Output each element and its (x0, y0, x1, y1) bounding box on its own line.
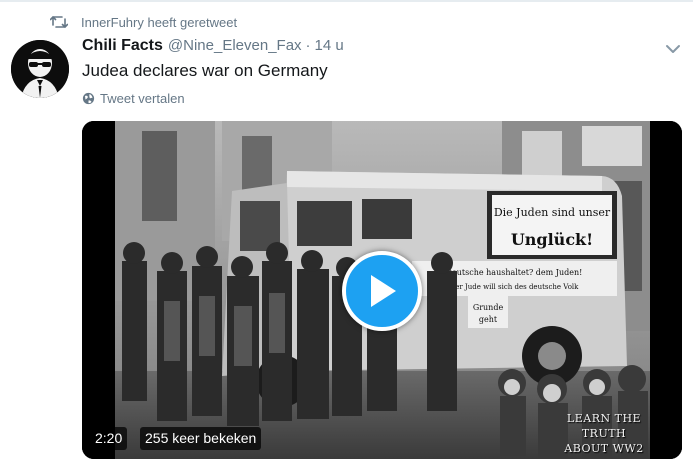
play-button[interactable] (342, 251, 422, 331)
retweeter-link[interactable]: InnerFuhry heeft geretweet (81, 15, 237, 30)
play-icon (371, 275, 396, 307)
truck-sign-line1: Die Juden sind unser (494, 206, 611, 219)
retweet-icon (49, 15, 69, 29)
watermark-line1: LEARN THE TRUTH (566, 412, 642, 440)
tweet-header: Chili Facts @Nine_Eleven_Fax · 14 u (82, 37, 344, 59)
truck-banner-line2: Der Jude will sich des deutsche Volk (450, 283, 580, 291)
truck-side-line1: Grunde (473, 303, 504, 312)
truck-sign-line2: Unglück! (511, 230, 593, 249)
chevron-down-icon[interactable] (665, 42, 681, 54)
tweet-timestamp[interactable]: 14 u (315, 37, 344, 54)
author-avatar[interactable] (11, 40, 69, 98)
video-duration-badge: 2:20 (90, 427, 128, 450)
video-player[interactable]: Die Juden sind unser Unglück! Deutsche h… (82, 121, 682, 459)
truck-side-line2: geht (479, 315, 498, 324)
video-watermark: LEARN THE TRUTH ABOUT WW2 (544, 411, 664, 456)
author-display-name[interactable]: Chili Facts (82, 37, 163, 55)
author-handle[interactable]: @Nine_Eleven_Fax (168, 37, 302, 54)
top-divider (0, 0, 693, 2)
translate-label: Tweet vertalen (100, 91, 185, 106)
masked-face-avatar (11, 40, 69, 98)
globe-icon (82, 92, 95, 105)
tweet-text: Judea declares war on Germany (82, 61, 328, 80)
truck-banner-line1: Deutsche haushaltet? dem Juden! (446, 268, 583, 277)
header-separator: · (305, 37, 311, 54)
translate-tweet-link[interactable]: Tweet vertalen (82, 91, 185, 106)
video-views-badge: 255 keer bekeken (140, 427, 262, 450)
watermark-line2: ABOUT WW2 (564, 442, 644, 455)
retweet-context: InnerFuhry heeft geretweet (49, 13, 237, 31)
